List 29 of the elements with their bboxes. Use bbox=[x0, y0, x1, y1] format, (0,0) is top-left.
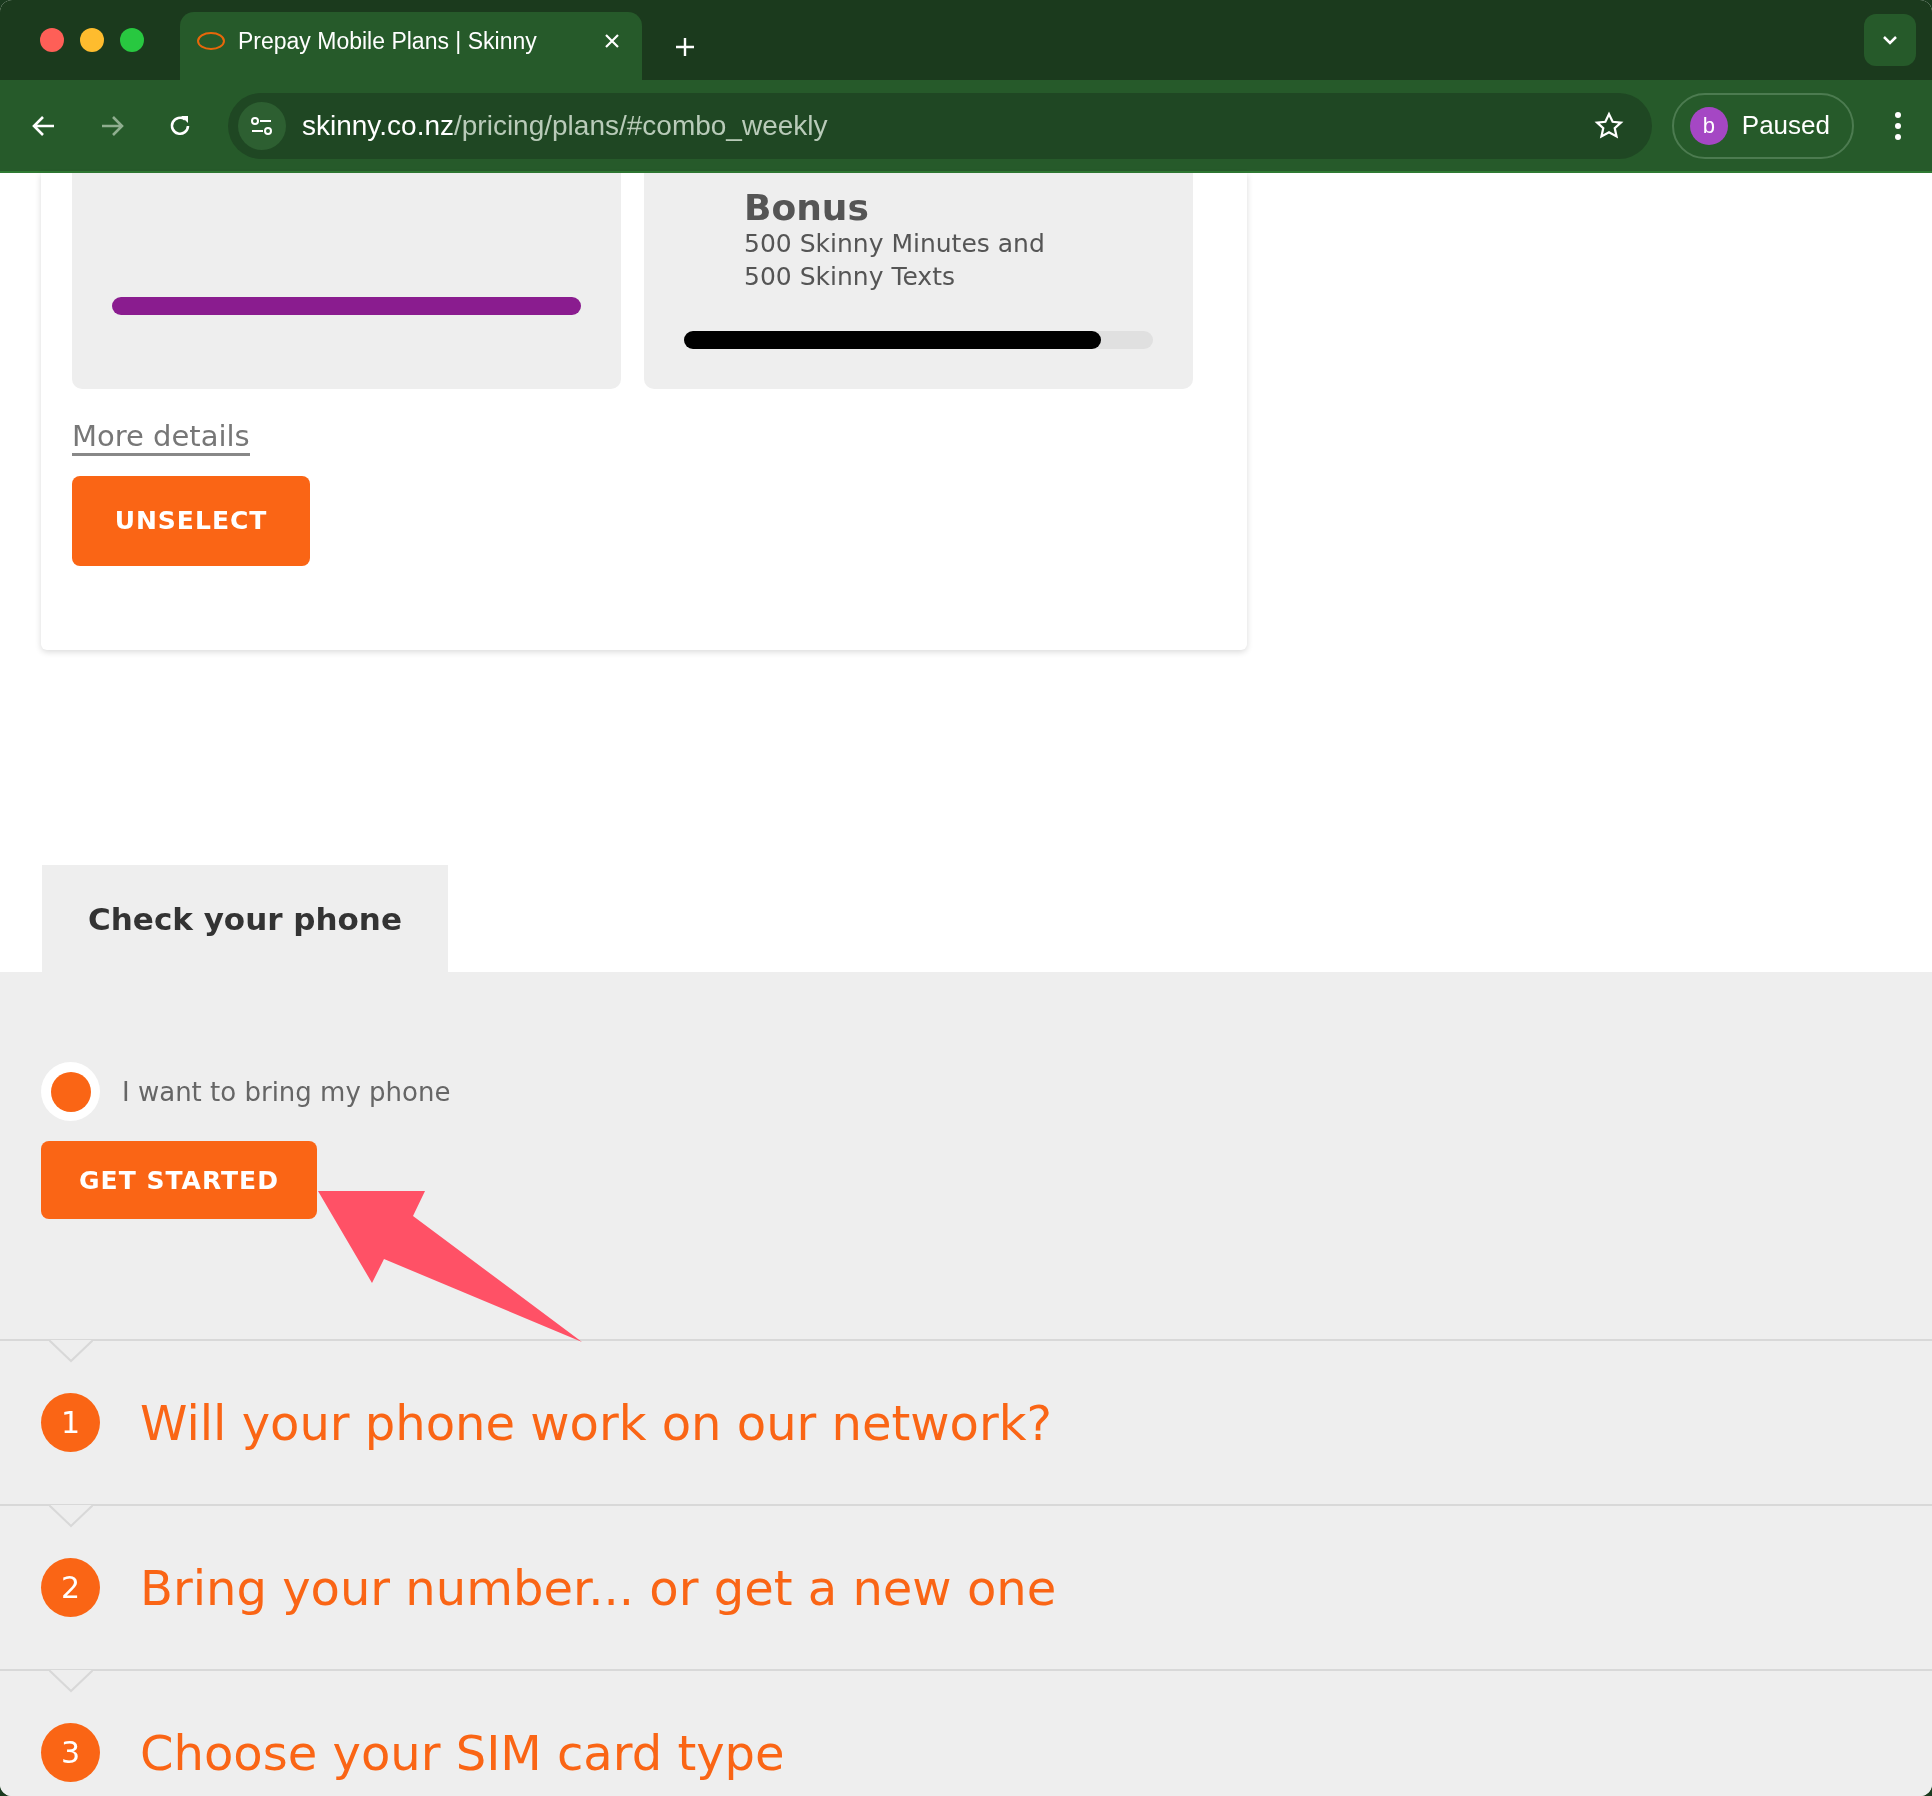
tab-title: Prepay Mobile Plans | Skinny bbox=[238, 27, 538, 55]
profile-button[interactable]: b Paused bbox=[1671, 92, 1854, 159]
new-tab-icon[interactable] bbox=[674, 36, 696, 58]
site-settings-icon[interactable] bbox=[238, 101, 286, 150]
step-title[interactable]: Will your phone work on our network? bbox=[140, 1394, 1052, 1451]
step-number: 3 bbox=[41, 1723, 100, 1782]
check-phone-tab[interactable]: Check your phone bbox=[42, 865, 448, 972]
minimize-window-icon[interactable] bbox=[80, 28, 104, 52]
cloud-logo-icon bbox=[196, 31, 226, 51]
step-title[interactable]: Choose your SIM card type bbox=[140, 1724, 785, 1781]
maximize-window-icon[interactable] bbox=[120, 28, 144, 52]
step-number: 1 bbox=[41, 1393, 100, 1452]
more-details-link[interactable]: More details bbox=[72, 421, 250, 456]
tile-text: 500 Skinny Minutes and 500 Skinny Texts bbox=[744, 228, 1046, 293]
step-number: 2 bbox=[41, 1558, 100, 1617]
tab-list-button[interactable] bbox=[1864, 14, 1916, 66]
close-window-icon[interactable] bbox=[40, 28, 64, 52]
step-title[interactable]: Bring your number... or get a new one bbox=[140, 1559, 1057, 1616]
get-started-button[interactable]: GET STARTED bbox=[41, 1141, 317, 1219]
url-text: skinny.co.nz/pricing/plans/#combo_weekly bbox=[302, 109, 829, 142]
address-bar[interactable]: skinny.co.nz/pricing/plans/#combo_weekly bbox=[228, 92, 1652, 159]
unselect-button[interactable]: UNSELECT bbox=[72, 475, 310, 566]
close-icon[interactable] bbox=[604, 33, 620, 49]
tile-title: Bonus bbox=[744, 187, 870, 228]
menu-icon[interactable] bbox=[1894, 110, 1902, 141]
browser-tab[interactable]: Prepay Mobile Plans | Skinny bbox=[180, 12, 642, 80]
caret-icon bbox=[1881, 34, 1899, 46]
radio-label: I want to bring my phone bbox=[122, 1076, 451, 1107]
bookmark-star-icon[interactable] bbox=[1593, 110, 1624, 141]
